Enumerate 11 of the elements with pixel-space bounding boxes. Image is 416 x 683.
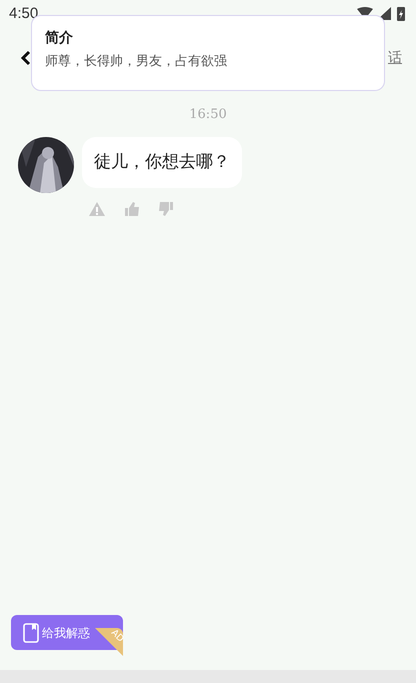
- header-action[interactable]: 话: [388, 48, 402, 68]
- intro-text: 师尊，长得帅，男友，占有欲强: [45, 53, 228, 71]
- chat-timestamp: 16:50: [189, 106, 227, 124]
- thumbs-down-icon[interactable]: [158, 200, 174, 216]
- message-bubble: 徒儿，你想去哪？: [82, 136, 242, 188]
- back-icon[interactable]: [20, 50, 32, 66]
- thumbs-up-icon[interactable]: [124, 200, 140, 216]
- book-icon: [23, 622, 39, 642]
- status-time: 4:50: [9, 4, 38, 24]
- warning-icon[interactable]: [88, 200, 106, 216]
- intro-title: 简介: [45, 29, 74, 47]
